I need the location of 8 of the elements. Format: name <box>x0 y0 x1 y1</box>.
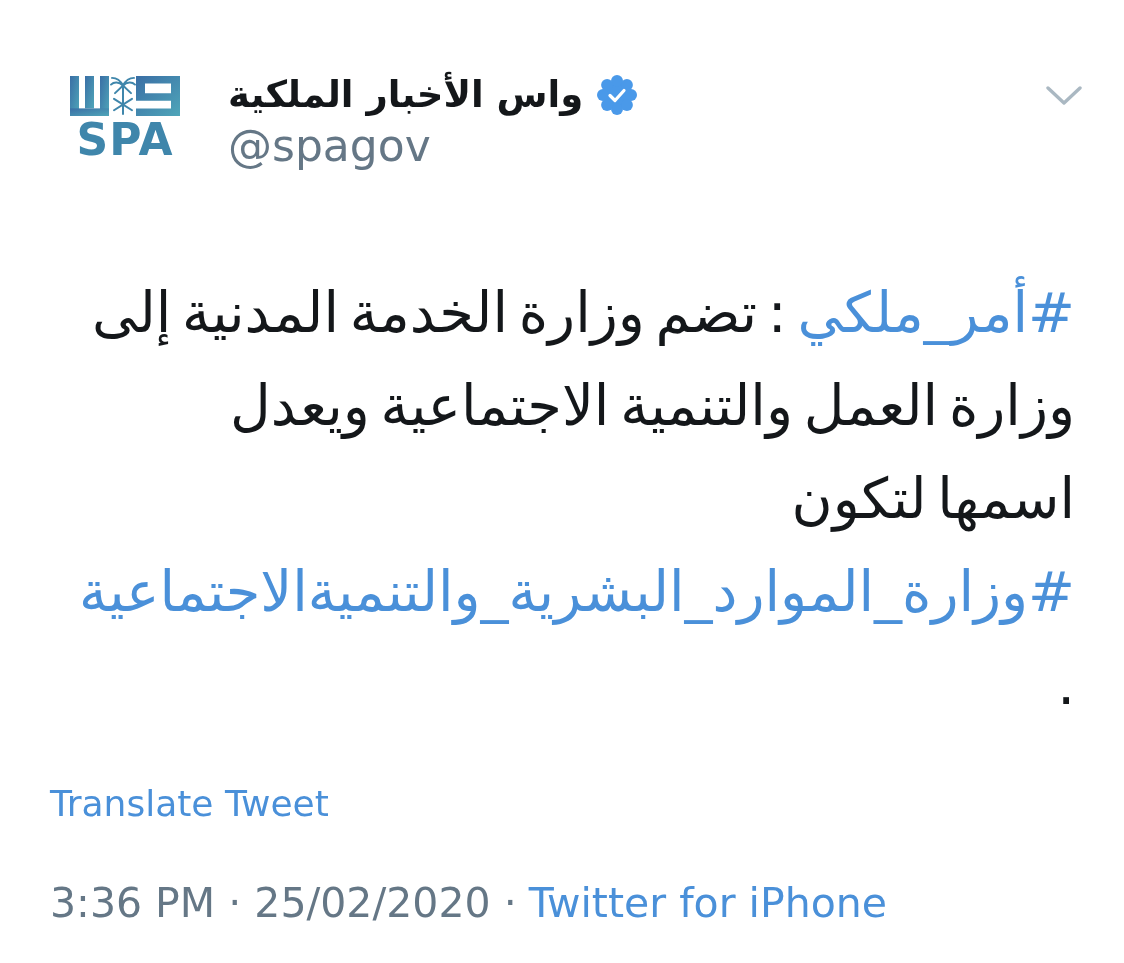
account-handle: @spagov <box>228 122 431 170</box>
translate-link[interactable]: Translate Tweet <box>50 783 329 825</box>
chevron-down-icon[interactable] <box>1046 86 1082 106</box>
account-name: واس الأخبار الملكية <box>228 70 584 118</box>
tweet-timestamp: 3:36 PM · 25/02/2020 · <box>50 879 517 927</box>
hashtag-link[interactable]: #وزارة_الموارد_البشرية_والتنميةالاجتماعية <box>79 559 1075 624</box>
source-link[interactable]: Twitter for iPhone <box>528 879 887 927</box>
logo-text: SPA <box>75 120 175 160</box>
